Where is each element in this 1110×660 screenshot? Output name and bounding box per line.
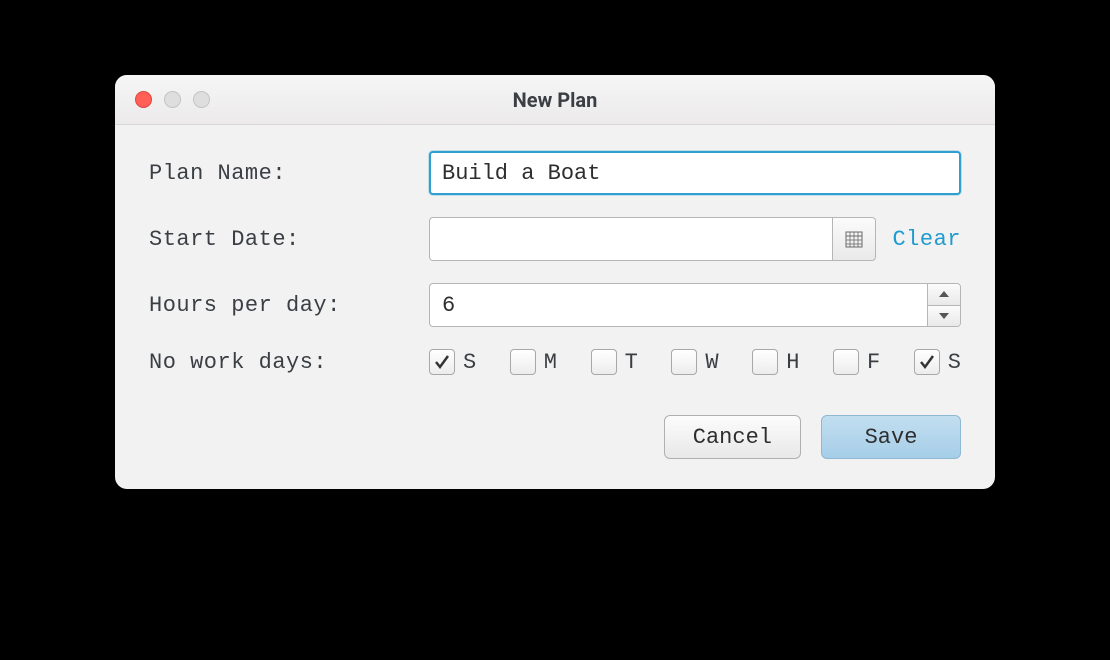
day-sat-checkbox[interactable] bbox=[914, 349, 940, 375]
no-work-days-row: No work days: S M bbox=[149, 349, 961, 375]
day-fri-checkbox[interactable] bbox=[833, 349, 859, 375]
day-sun: S bbox=[429, 349, 476, 375]
dialog-buttons: Cancel Save bbox=[149, 415, 961, 459]
start-date-label: Start Date: bbox=[149, 227, 429, 252]
plan-name-row: Plan Name: bbox=[149, 151, 961, 195]
day-mon: M bbox=[510, 349, 557, 375]
save-button[interactable]: Save bbox=[821, 415, 961, 459]
form-body: Plan Name: Start Date: bbox=[115, 125, 995, 489]
minimize-icon[interactable] bbox=[164, 91, 181, 108]
plan-name-label: Plan Name: bbox=[149, 161, 429, 186]
day-fri-label: F bbox=[867, 350, 880, 375]
hours-per-day-label: Hours per day: bbox=[149, 293, 429, 318]
day-wed-label: W bbox=[705, 350, 718, 375]
date-picker-button[interactable] bbox=[832, 217, 876, 261]
no-work-days-group: S M T W bbox=[429, 349, 961, 375]
window-title: New Plan bbox=[115, 88, 995, 112]
day-tue: T bbox=[591, 349, 638, 375]
cancel-button[interactable]: Cancel bbox=[664, 415, 801, 459]
day-thu: H bbox=[752, 349, 799, 375]
day-thu-label: H bbox=[786, 350, 799, 375]
day-tue-label: T bbox=[625, 350, 638, 375]
no-work-days-label: No work days: bbox=[149, 350, 429, 375]
check-icon bbox=[918, 353, 936, 371]
day-wed: W bbox=[671, 349, 718, 375]
titlebar: New Plan bbox=[115, 75, 995, 125]
day-tue-checkbox[interactable] bbox=[591, 349, 617, 375]
zoom-icon[interactable] bbox=[193, 91, 210, 108]
hours-per-day-row: Hours per day: bbox=[149, 283, 961, 327]
chevron-down-icon bbox=[939, 313, 949, 319]
day-sun-label: S bbox=[463, 350, 476, 375]
day-wed-checkbox[interactable] bbox=[671, 349, 697, 375]
start-date-input[interactable] bbox=[429, 217, 832, 261]
day-thu-checkbox[interactable] bbox=[752, 349, 778, 375]
dialog-window: New Plan Plan Name: Start Date: bbox=[115, 75, 995, 489]
start-date-row: Start Date: bbox=[149, 217, 961, 261]
day-mon-checkbox[interactable] bbox=[510, 349, 536, 375]
hours-increment-button[interactable] bbox=[928, 284, 960, 305]
chevron-up-icon bbox=[939, 291, 949, 297]
check-icon bbox=[433, 353, 451, 371]
day-sun-checkbox[interactable] bbox=[429, 349, 455, 375]
plan-name-input[interactable] bbox=[429, 151, 961, 195]
traffic-lights bbox=[115, 91, 210, 108]
day-sat-label: S bbox=[948, 350, 961, 375]
hours-per-day-input[interactable] bbox=[429, 283, 927, 327]
calendar-icon bbox=[845, 230, 863, 248]
day-sat: S bbox=[914, 349, 961, 375]
day-mon-label: M bbox=[544, 350, 557, 375]
day-fri: F bbox=[833, 349, 880, 375]
clear-date-link[interactable]: Clear bbox=[892, 227, 961, 252]
close-icon[interactable] bbox=[135, 91, 152, 108]
hours-decrement-button[interactable] bbox=[928, 305, 960, 327]
